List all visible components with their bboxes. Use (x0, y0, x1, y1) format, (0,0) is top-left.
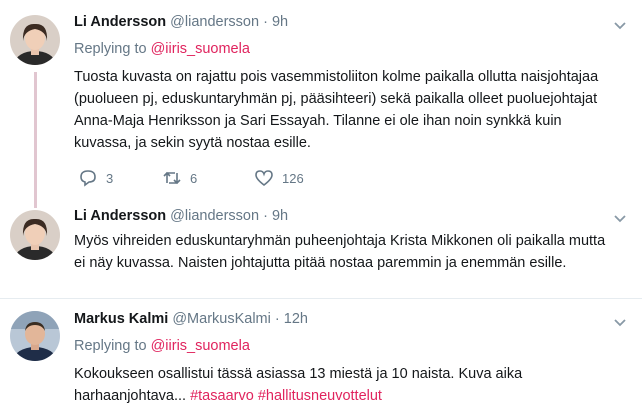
like-count: 126 (282, 170, 304, 186)
display-name[interactable]: Li Andersson (74, 208, 166, 224)
mention-link[interactable]: @iiris_suomela (151, 41, 250, 57)
hashtag-link[interactable]: #hallitusneuvottelut (258, 388, 382, 404)
display-name[interactable]: Li Andersson (74, 14, 166, 30)
tweet-text: Kokoukseen osallistui tässä asiassa 13 m… (74, 363, 619, 407)
retweet-icon (163, 171, 181, 185)
retweet-button[interactable]: 6 (162, 168, 197, 188)
separator-dot: · (274, 311, 280, 327)
tweet-3[interactable]: Markus Kalmi @MarkusKalmi · 12h Replying… (0, 299, 642, 410)
chevron-down-icon[interactable] (610, 15, 630, 35)
like-button[interactable]: 126 (254, 168, 304, 188)
tweet-header: Markus Kalmi @MarkusKalmi · 12h (74, 311, 308, 327)
mention-link[interactable]: @iiris_suomela (151, 338, 250, 354)
separator-dot: · (263, 14, 268, 30)
tweet-actions: 3 6 126 (74, 168, 374, 190)
handle[interactable]: @MarkusKalmi (172, 311, 271, 327)
replying-to-label: Replying to (74, 41, 147, 57)
chevron-down-icon[interactable] (610, 208, 630, 228)
handle[interactable]: @liandersson (170, 14, 259, 30)
display-name[interactable]: Markus Kalmi (74, 311, 168, 327)
chevron-down-icon[interactable] (610, 312, 630, 332)
separator-dot: · (263, 208, 268, 224)
avatar[interactable] (10, 15, 60, 65)
handle[interactable]: @liandersson (170, 208, 259, 224)
tweet-header: Li Andersson @liandersson · 9h (74, 208, 288, 224)
thread-line (34, 200, 37, 208)
heart-icon (255, 170, 273, 187)
tweet-header: Li Andersson @liandersson · 9h (74, 14, 288, 30)
hashtag-link[interactable]: #tasaarvo (190, 388, 254, 404)
reply-button[interactable]: 3 (78, 168, 113, 188)
tweet-text: Myös vihreiden eduskuntaryhmän puheenjoh… (74, 233, 606, 271)
replying-to: Replying to @iiris_suomela (74, 338, 250, 354)
avatar[interactable] (10, 210, 60, 260)
retweet-count: 6 (190, 170, 198, 186)
avatar[interactable] (10, 311, 60, 361)
tweet-1[interactable]: Li Andersson @liandersson · 9h Replying … (0, 0, 642, 200)
reply-count: 3 (106, 170, 114, 186)
timestamp[interactable]: 9h (272, 14, 288, 30)
timestamp[interactable]: 9h (272, 208, 288, 224)
thread-line (34, 72, 37, 200)
tweet-text: Tuosta kuvasta on rajattu pois vasemmist… (74, 69, 599, 151)
replying-to-label: Replying to (74, 338, 147, 354)
replying-to: Replying to @iiris_suomela (74, 41, 250, 57)
reply-icon (80, 170, 96, 187)
timestamp[interactable]: 12h (284, 311, 308, 327)
tweet-2[interactable]: Li Andersson @liandersson · 9h Myös vihr… (0, 200, 642, 298)
